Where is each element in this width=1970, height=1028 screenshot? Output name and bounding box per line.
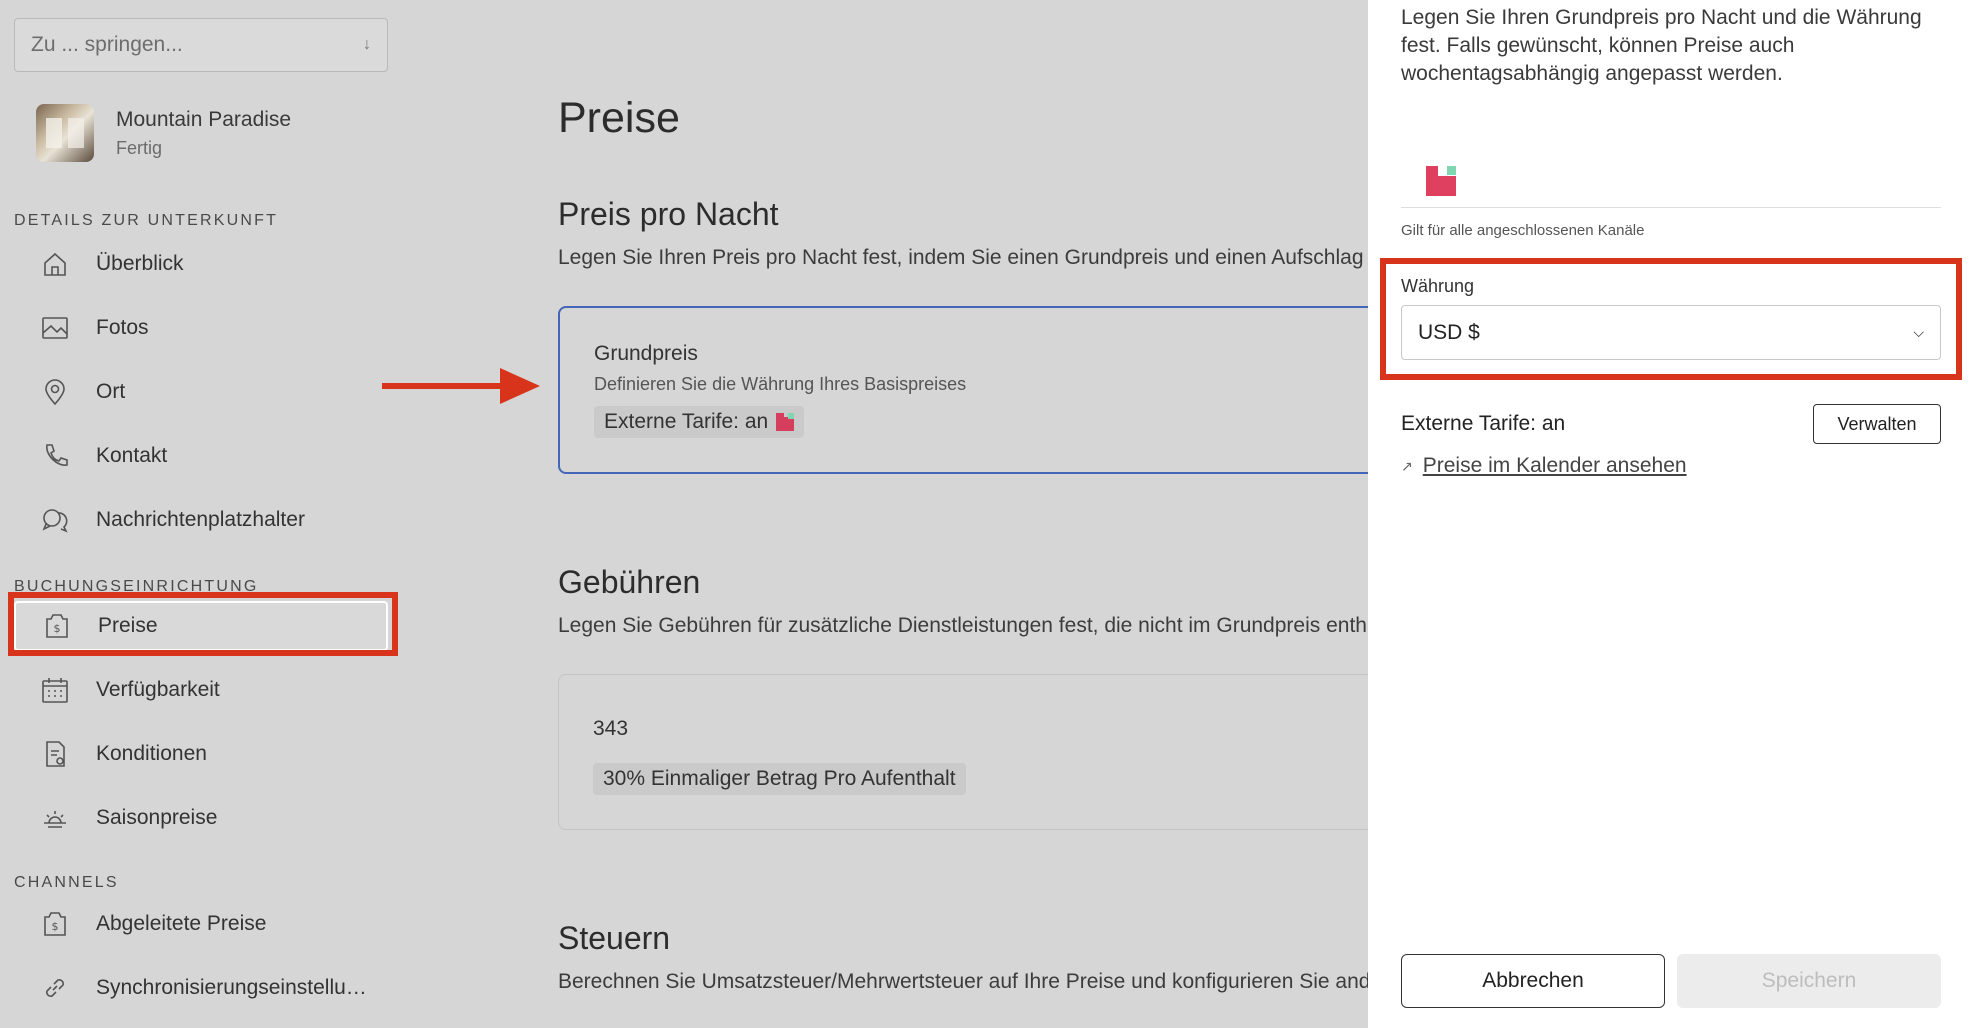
link-icon [40, 973, 70, 1003]
external-rates-badge-label: Externe Tarife: an [604, 410, 769, 433]
phone-icon [40, 441, 70, 471]
highlight-box-prices [8, 592, 398, 656]
property-header[interactable]: Mountain Paradise Fertig [36, 104, 291, 162]
arrow-down-icon: ↓ [363, 36, 371, 53]
sidebar-item-label: Synchronisierungseinstellu… [96, 976, 367, 999]
calendar-link[interactable]: ↗ Preise im Kalender ansehen [1401, 454, 1687, 478]
sidebar-item-photos[interactable]: Fotos [14, 302, 388, 354]
sidebar-item-location[interactable]: Ort [14, 366, 388, 418]
fee-card[interactable]: 343 30% Einmaliger Betrag Pro Aufenthalt [558, 674, 1378, 830]
section-text-per-night: Legen Sie Ihren Preis pro Nacht fest, in… [558, 246, 1398, 269]
chevron-down-icon: ⌵ [1913, 324, 1924, 340]
section-title-taxes: Steuern [558, 920, 671, 956]
cancel-button[interactable]: Abbrechen [1401, 954, 1665, 1008]
base-price-title: Grundpreis [594, 342, 698, 365]
sidebar-item-label: Nachrichtenplatzhalter [96, 508, 305, 531]
price-tag-icon: $ [40, 909, 70, 939]
manage-button[interactable]: Verwalten [1813, 404, 1941, 444]
applies-note: Gilt für alle angeschlossenen Kanäle [1401, 222, 1645, 239]
section-text-taxes: Berechnen Sie Umsatzsteuer/Mehrwertsteue… [558, 970, 1390, 993]
calendar-link-label: Preise im Kalender ansehen [1422, 454, 1687, 477]
property-status: Fertig [116, 137, 163, 158]
sidebar-item-label: Saisonpreise [96, 806, 218, 829]
svg-text:$: $ [52, 920, 59, 933]
sidebar-item-label: Konditionen [96, 742, 207, 765]
external-link-icon: ↗ [1401, 457, 1413, 474]
sidebar-item-seasonal-prices[interactable]: Saisonpreise [14, 792, 388, 844]
currency-value: USD $ [1418, 320, 1480, 344]
sidebar-item-message-placeholders[interactable]: Nachrichtenplatzhalter [14, 494, 388, 546]
external-rates-status: Externe Tarife: an [1401, 412, 1566, 435]
divider [1401, 207, 1941, 208]
sidebar-item-terms[interactable]: Konditionen [14, 728, 388, 780]
panel-description: Legen Sie Ihren Grundpreis pro Nacht und… [1401, 6, 1922, 85]
property-name: Mountain Paradise [116, 107, 292, 131]
section-heading-channels: CHANNELS [14, 874, 119, 891]
fee-badge: 30% Einmaliger Betrag Pro Aufenthalt [593, 763, 966, 795]
base-price-subtitle: Definieren Sie die Währung Ihres Basispr… [594, 374, 967, 394]
sun-icon [40, 803, 70, 833]
channel-logo-icon [1426, 166, 1456, 196]
location-pin-icon [40, 377, 70, 407]
document-icon [40, 739, 70, 769]
calendar-icon [40, 675, 70, 705]
section-text-fees: Legen Sie Gebühren für zusätzliche Diens… [558, 614, 1390, 637]
sidebar-item-label: Fotos [96, 316, 149, 339]
section-heading-details: DETAILS ZUR UNTERKUNFT [14, 212, 279, 229]
home-icon [40, 249, 70, 279]
base-price-card[interactable]: Grundpreis Definieren Sie die Währung Ih… [558, 306, 1378, 474]
page-title: Preise [558, 94, 680, 142]
fee-value: 343 [593, 717, 629, 740]
currency-select[interactable]: USD $ ⌵ [1401, 305, 1941, 360]
sidebar-item-overview[interactable]: Überblick [14, 238, 388, 290]
sidebar-item-contact[interactable]: Kontakt [14, 430, 388, 482]
jump-to-placeholder: Zu ... springen... [31, 33, 183, 56]
sidebar-item-label: Ort [96, 380, 126, 403]
sidebar-item-label: Überblick [96, 252, 184, 275]
sidebar: Zu ... springen... ↓ Mountain Paradise F… [0, 0, 400, 1028]
section-title-fees: Gebühren [558, 564, 701, 600]
sidebar-item-label: Verfügbarkeit [96, 678, 220, 701]
sidebar-item-sync-settings[interactable]: Synchronisierungseinstellu… [14, 962, 388, 1014]
main-content: Preise Preis pro Nacht Legen Sie Ihren P… [558, 0, 1397, 1028]
property-thumbnail [36, 104, 94, 162]
sidebar-item-label: Abgeleitete Preise [96, 912, 267, 935]
channel-logo-icon [776, 413, 795, 431]
save-button[interactable]: Speichern [1677, 954, 1941, 1008]
base-price-panel: Legen Sie Ihren Grundpreis pro Nacht und… [1368, 0, 1970, 1028]
image-icon [40, 313, 70, 343]
sidebar-item-label: Kontakt [96, 444, 168, 467]
currency-label: Währung [1401, 276, 1475, 296]
external-rates-badge: Externe Tarife: an [594, 406, 805, 438]
sidebar-item-availability[interactable]: Verfügbarkeit [14, 664, 388, 716]
chat-bubbles-icon [40, 505, 70, 535]
sidebar-item-derived-prices[interactable]: $ Abgeleitete Preise [14, 898, 388, 950]
section-title-per-night: Preis pro Nacht [558, 196, 779, 232]
annotation-arrow [382, 368, 540, 404]
jump-to-select[interactable]: Zu ... springen... ↓ [14, 18, 388, 72]
